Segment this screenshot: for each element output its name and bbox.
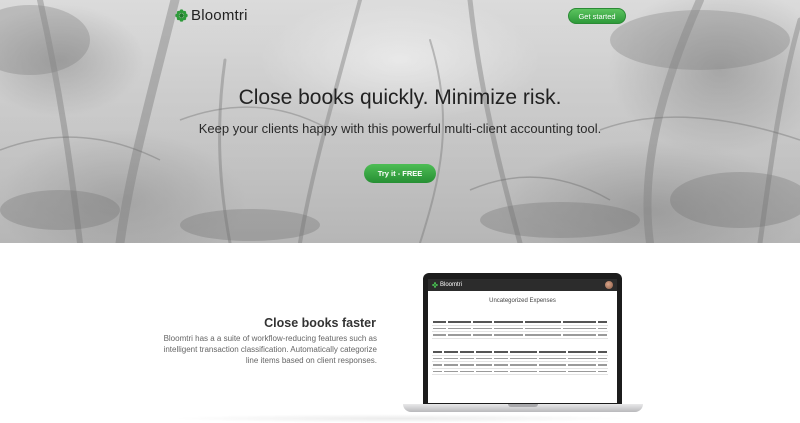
app-screen-title: Uncategorized Expenses <box>489 298 556 304</box>
brand-logo[interactable]: Bloomtri <box>175 7 248 24</box>
flower-logo-icon <box>432 282 438 288</box>
feature-description: Bloomtri has a a suite of workflow-reduc… <box>163 334 377 365</box>
feature-title: Close books faster <box>264 316 376 330</box>
app-top-bar: Bloomtri <box>428 279 617 291</box>
brand-name: Bloomtri <box>191 7 248 24</box>
table-row <box>432 331 608 339</box>
expenses-table-preview <box>432 319 608 339</box>
flower-logo-icon <box>175 9 188 22</box>
try-free-button[interactable]: Try it - FREE <box>364 164 436 183</box>
app-brand-name: Bloomtri <box>440 282 463 288</box>
laptop-notch <box>508 404 538 407</box>
laptop-shadow <box>170 414 630 423</box>
table-row <box>432 368 608 375</box>
avatar[interactable] <box>605 281 613 289</box>
laptop-screen: Bloomtri Uncategorized Expenses <box>428 279 617 403</box>
expenses-table-preview <box>432 349 608 375</box>
hero-subline: Keep your clients happy with this powerf… <box>198 121 602 136</box>
hero-headline: Close books quickly. Minimize risk. <box>238 86 562 109</box>
get-started-button[interactable]: Get started <box>568 8 626 24</box>
